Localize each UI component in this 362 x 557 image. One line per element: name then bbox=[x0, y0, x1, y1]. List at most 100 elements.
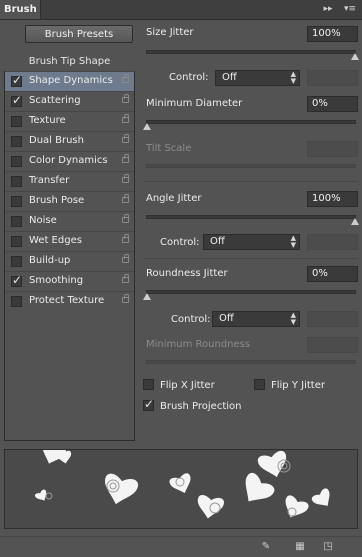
roundness-jitter-thumb[interactable] bbox=[143, 293, 151, 300]
size-jitter-slider[interactable] bbox=[146, 50, 356, 54]
checkmark-icon: ✓ bbox=[12, 273, 23, 287]
lock-icon[interactable] bbox=[122, 174, 129, 183]
sidebar-checkbox[interactable] bbox=[11, 136, 22, 147]
sidebar-checkbox[interactable]: ✓ bbox=[11, 273, 23, 287]
flip-x-checkbox[interactable] bbox=[143, 379, 154, 390]
flip-y-label[interactable]: Flip Y Jitter bbox=[271, 380, 325, 391]
angle-control-label: Control: bbox=[160, 237, 200, 248]
min-diameter-label: Minimum Diameter bbox=[146, 98, 243, 109]
sidebar-checkbox[interactable]: ✓ bbox=[11, 73, 23, 87]
select-arrows-icon: ▲ ▼ bbox=[290, 70, 296, 85]
roundness-control-label: Control: bbox=[171, 314, 211, 325]
lock-icon[interactable] bbox=[122, 154, 129, 163]
angle-jitter-slider[interactable] bbox=[146, 215, 356, 219]
sidebar-checkbox[interactable] bbox=[11, 196, 22, 207]
angle-jitter-value[interactable]: 100% bbox=[307, 191, 358, 207]
sidebar-item-protect-texture[interactable]: Protect Texture bbox=[5, 291, 134, 311]
roundness-jitter-value[interactable]: 0% bbox=[307, 266, 358, 282]
tilt-scale-slider bbox=[146, 164, 356, 168]
panel-titlebar bbox=[0, 0, 362, 20]
lock-icon[interactable] bbox=[122, 134, 129, 143]
sidebar-item-label: Texture bbox=[29, 115, 66, 126]
sidebar-item-transfer[interactable]: Transfer bbox=[5, 171, 134, 191]
size-jitter-value[interactable]: 100% bbox=[307, 26, 358, 42]
preview-hearts bbox=[34, 450, 336, 523]
size-control-label: Control: bbox=[169, 72, 209, 83]
min-roundness-label: Minimum Roundness bbox=[146, 339, 251, 350]
sidebar-item-label: Transfer bbox=[29, 175, 70, 186]
sidebar: ✓ Shape Dynamics ✓ Scattering Texture Dual Br… bbox=[4, 71, 135, 441]
min-roundness-value bbox=[307, 337, 358, 353]
size-control-value: Off bbox=[222, 72, 237, 83]
sidebar-item-label: Dual Brush bbox=[29, 135, 84, 146]
sidebar-checkbox[interactable] bbox=[11, 296, 22, 307]
bristle-preview-icon[interactable]: ✎ bbox=[260, 541, 272, 552]
flip-x-label[interactable]: Flip X Jitter bbox=[160, 380, 215, 391]
tab-brush[interactable]: Brush bbox=[0, 0, 41, 19]
sidebar-item-label: Protect Texture bbox=[29, 295, 105, 306]
sidebar-item-dual-brush[interactable]: Dual Brush bbox=[5, 131, 134, 151]
sidebar-item-color-dynamics[interactable]: Color Dynamics bbox=[5, 151, 134, 171]
sidebar-checkbox[interactable]: ✓ bbox=[11, 93, 22, 107]
roundness-control-select[interactable]: Off ▲ ▼ bbox=[212, 311, 300, 327]
sidebar-item-label: Shape Dynamics bbox=[29, 75, 113, 86]
flip-y-checkbox[interactable] bbox=[254, 379, 265, 390]
tilt-scale-label: Tilt Scale bbox=[146, 143, 192, 154]
tilt-scale-value bbox=[307, 141, 358, 157]
lock-icon[interactable] bbox=[122, 114, 129, 123]
divider bbox=[144, 181, 358, 182]
roundness-jitter-slider[interactable] bbox=[146, 290, 356, 294]
sidebar-item-scattering[interactable]: ✓ Scattering bbox=[5, 91, 134, 111]
sidebar-item-build-up[interactable]: Build-up bbox=[5, 251, 134, 271]
size-jitter-label: Size Jitter bbox=[146, 27, 194, 38]
brush-projection-checkbox[interactable]: ✓ bbox=[143, 397, 155, 411]
sidebar-checkbox[interactable] bbox=[11, 176, 22, 187]
sidebar-checkbox[interactable] bbox=[11, 216, 22, 227]
lock-icon[interactable] bbox=[122, 94, 129, 103]
angle-jitter-thumb[interactable] bbox=[351, 218, 359, 225]
angle-control-select[interactable]: Off ▲ ▼ bbox=[203, 234, 300, 250]
sidebar-item-brush-pose[interactable]: Brush Pose bbox=[5, 191, 134, 211]
grid-icon[interactable]: ▦ bbox=[294, 541, 306, 552]
panel-menu-icon[interactable]: ▾≡ bbox=[343, 3, 357, 16]
new-preset-icon[interactable]: ◳ bbox=[322, 541, 334, 552]
min-diameter-slider[interactable] bbox=[146, 120, 356, 124]
angle-control-value: Off bbox=[210, 236, 225, 247]
lock-icon[interactable] bbox=[122, 254, 129, 263]
sidebar-item-label: Wet Edges bbox=[29, 235, 82, 246]
checkmark-icon: ✓ bbox=[144, 397, 155, 411]
sidebar-checkbox[interactable] bbox=[11, 156, 22, 167]
checkmark-icon: ✓ bbox=[12, 73, 23, 87]
divider bbox=[144, 258, 358, 259]
size-control-select[interactable]: Off ▲ ▼ bbox=[215, 70, 300, 86]
double-arrow-icon[interactable]: ▸▸ bbox=[321, 3, 335, 16]
sidebar-item-texture[interactable]: Texture bbox=[5, 111, 134, 131]
min-roundness-slider bbox=[146, 360, 356, 364]
sidebar-item-label: Brush Pose bbox=[29, 195, 85, 206]
sidebar-item-label: Smoothing bbox=[29, 275, 84, 286]
sidebar-item-smoothing[interactable]: ✓ Smoothing bbox=[5, 271, 134, 291]
size-jitter-thumb[interactable] bbox=[351, 53, 359, 60]
angle-control-field bbox=[307, 234, 358, 250]
lock-icon[interactable] bbox=[122, 294, 129, 303]
brush-presets-button[interactable]: Brush Presets bbox=[25, 25, 133, 43]
lock-icon[interactable] bbox=[122, 274, 129, 283]
sidebar-item-wet-edges[interactable]: Wet Edges bbox=[5, 231, 134, 251]
lock-icon[interactable] bbox=[122, 194, 129, 203]
min-diameter-value[interactable]: 0% bbox=[307, 96, 358, 112]
sidebar-item-noise[interactable]: Noise bbox=[5, 211, 134, 231]
lock-icon[interactable] bbox=[122, 234, 129, 243]
roundness-control-value: Off bbox=[219, 313, 234, 324]
lock-icon[interactable] bbox=[122, 214, 129, 223]
sidebar-item-shape-dynamics[interactable]: ✓ Shape Dynamics bbox=[5, 71, 134, 91]
select-arrows-icon: ▲ ▼ bbox=[290, 234, 296, 249]
min-diameter-thumb[interactable] bbox=[143, 123, 151, 130]
roundness-control-field bbox=[307, 311, 358, 327]
sidebar-checkbox[interactable] bbox=[11, 236, 22, 247]
roundness-jitter-label: Roundness Jitter bbox=[146, 268, 228, 279]
sidebar-checkbox[interactable] bbox=[11, 256, 22, 267]
sidebar-item-brush-tip-shape[interactable]: Brush Tip Shape bbox=[4, 53, 135, 70]
sidebar-checkbox[interactable] bbox=[11, 116, 22, 127]
brush-projection-label[interactable]: Brush Projection bbox=[160, 401, 241, 412]
lock-icon[interactable] bbox=[122, 74, 129, 83]
